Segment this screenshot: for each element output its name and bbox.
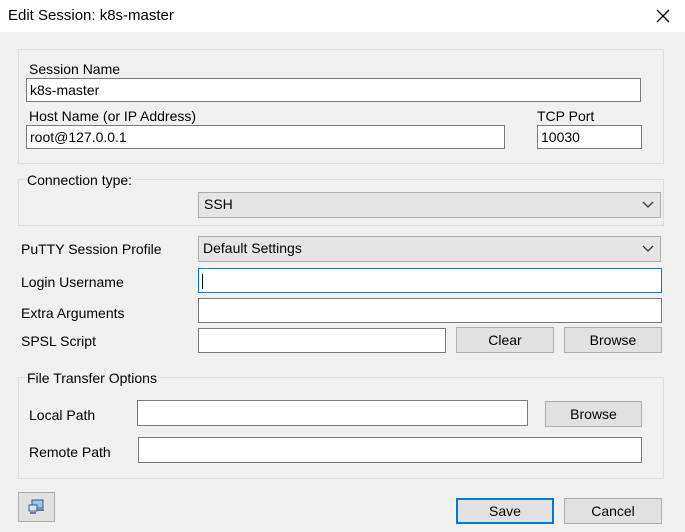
remote-path-input[interactable] [138,437,642,463]
session-name-label: Session Name [29,61,121,77]
host-name-label: Host Name (or IP Address) [29,108,197,124]
login-username-input[interactable] [198,268,662,293]
local-path-label: Local Path [29,407,96,423]
cancel-button[interactable]: Cancel [564,498,662,524]
cancel-button-label: Cancel [591,503,635,519]
local-path-input[interactable] [137,400,528,426]
extra-arguments-input[interactable] [198,298,662,323]
spsl-script-input[interactable] [198,328,446,353]
session-tool-button[interactable] [18,492,55,522]
text-caret [202,273,203,289]
spsl-script-label: SPSL Script [21,333,96,349]
save-button-label: Save [489,503,521,519]
tcp-port-input[interactable]: 10030 [537,125,642,149]
spsl-browse-label: Browse [589,332,637,348]
close-icon [656,9,670,23]
clear-button[interactable]: Clear [456,327,554,353]
host-name-input[interactable]: root@127.0.0.1 [26,125,505,149]
connection-type-label: Connection type: [27,172,135,188]
title-bar: Edit Session: k8s-master [0,0,685,32]
save-button[interactable]: Save [456,498,554,524]
putty-profile-select[interactable]: Default Settings [198,236,661,262]
close-button[interactable] [648,2,678,30]
login-username-label: Login Username [21,274,124,290]
window-title: Edit Session: k8s-master [8,7,174,24]
putty-profile-label: PuTTY Session Profile [21,241,162,257]
local-path-browse-label: Browse [570,406,617,422]
file-transfer-group [18,377,664,479]
connection-type-value: SSH [204,196,233,212]
remote-path-label: Remote Path [29,444,111,460]
local-path-browse-button[interactable]: Browse [545,401,642,427]
putty-profile-value: Default Settings [203,240,302,256]
chevron-down-icon [642,201,654,208]
connection-type-select[interactable]: SSH [198,192,661,218]
file-transfer-label: File Transfer Options [27,370,159,386]
spsl-browse-button[interactable]: Browse [564,327,662,353]
session-name-input[interactable]: k8s-master [26,78,641,102]
computer-icon [28,499,44,514]
tcp-port-label: TCP Port [537,108,595,124]
extra-arguments-label: Extra Arguments [21,305,125,321]
chevron-down-icon [642,245,654,252]
clear-button-label: Clear [488,332,522,348]
